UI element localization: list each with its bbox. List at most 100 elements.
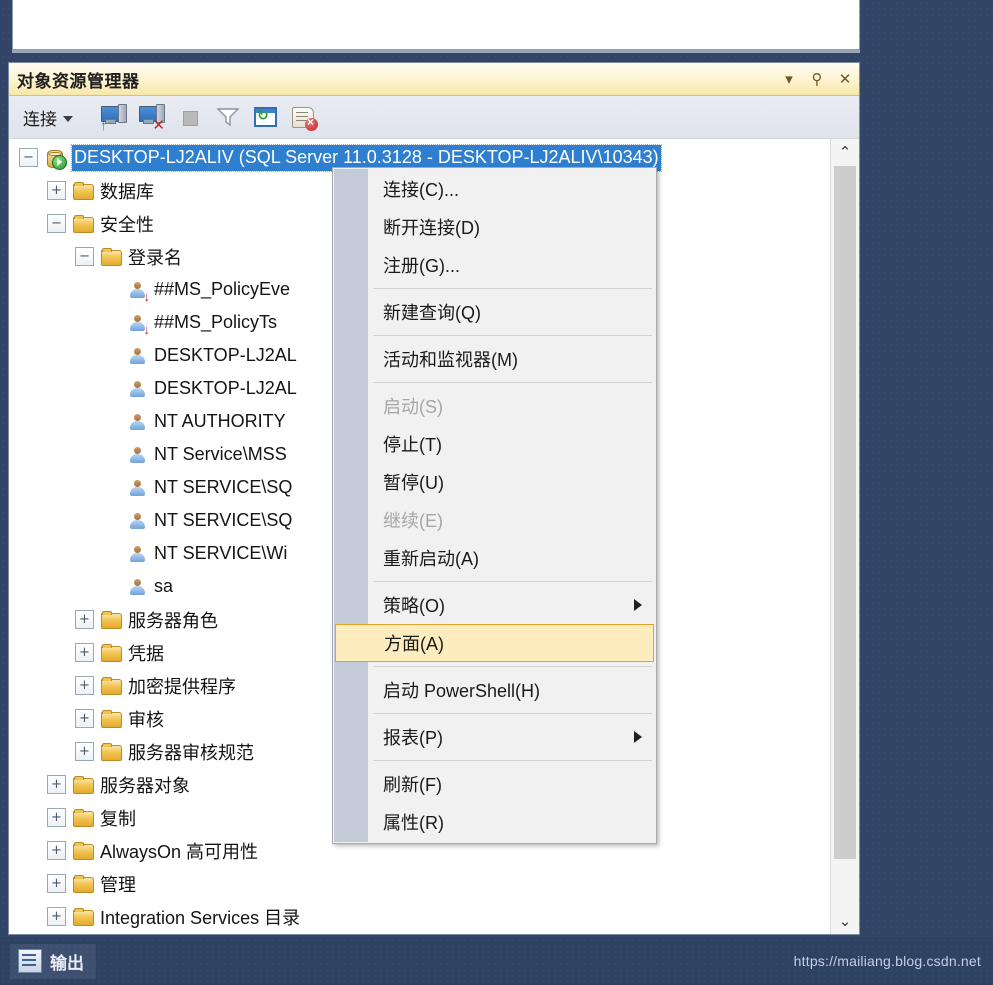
login-disabled-icon: ↓ xyxy=(126,279,150,303)
expand-icon[interactable]: + xyxy=(47,874,66,893)
scrollbar-thumb[interactable] xyxy=(834,166,856,859)
tree-node-label: 复制 xyxy=(100,808,136,829)
folder-icon xyxy=(100,675,122,697)
submenu-arrow-icon xyxy=(634,731,642,743)
context-menu-item[interactable]: 停止(T) xyxy=(333,425,656,463)
scroll-up-icon[interactable]: ⌃ xyxy=(831,139,859,165)
expand-icon[interactable]: + xyxy=(75,643,94,662)
collapse-icon[interactable]: − xyxy=(19,148,38,167)
expander-placeholder xyxy=(103,347,120,364)
explorer-toolbar: 连接 ↑ ✕ ↻ × xyxy=(9,96,859,139)
editor-window-stub xyxy=(12,0,860,50)
context-menu-item-label: 刷新(F) xyxy=(383,775,442,795)
tree-node-label: 管理 xyxy=(100,874,136,895)
expander-placeholder xyxy=(103,479,120,496)
menu-separator xyxy=(373,581,652,582)
collapse-icon[interactable]: − xyxy=(75,247,94,266)
context-menu-item[interactable]: 连接(C)... xyxy=(333,170,656,208)
menu-separator xyxy=(373,335,652,336)
tree-node-label: 安全性 xyxy=(100,214,154,235)
context-menu-item-label: 连接(C)... xyxy=(383,180,459,200)
output-tab[interactable]: 输出 xyxy=(10,943,96,979)
close-icon[interactable]: ✕ xyxy=(837,69,853,89)
context-menu-item-label: 启动(S) xyxy=(383,397,443,417)
collapse-icon[interactable]: − xyxy=(47,214,66,233)
context-menu-item-label: 重新启动(A) xyxy=(383,549,479,569)
server-context-menu[interactable]: 连接(C)... 断开连接(D) 注册(G)... 新建查询(Q) 活动和监视器(M) 启… xyxy=(332,167,657,844)
tree-vertical-scrollbar[interactable]: ⌃ ⌄ xyxy=(830,139,859,934)
context-menu-item[interactable]: 重新启动(A) xyxy=(333,539,656,577)
tree-node-label: NT Service\MSS xyxy=(154,444,287,464)
context-menu-item[interactable]: 方面(A) xyxy=(335,624,654,662)
panel-title-bar: 对象资源管理器 ▾ ⚲ ✕ xyxy=(9,63,859,96)
context-menu-item: 启动(S) xyxy=(333,387,656,425)
folder-icon xyxy=(72,906,94,928)
context-menu-item-label: 活动和监视器(M) xyxy=(383,350,518,370)
login-icon xyxy=(126,444,148,466)
expand-icon[interactable]: + xyxy=(47,907,66,926)
expand-icon[interactable]: + xyxy=(47,775,66,794)
expand-icon[interactable]: + xyxy=(75,610,94,629)
expander-placeholder xyxy=(103,281,120,298)
tree-node-label: NT SERVICE\SQ xyxy=(154,510,293,530)
submenu-arrow-icon xyxy=(634,599,642,611)
context-menu-item[interactable]: 属性(R) xyxy=(333,803,656,841)
folder-icon xyxy=(72,180,94,202)
tree-node[interactable]: + Integration Services 目录 xyxy=(9,900,831,933)
context-menu-item-label: 继续(E) xyxy=(383,511,443,531)
context-menu-item: 继续(E) xyxy=(333,501,656,539)
folder-icon xyxy=(72,213,94,235)
menu-separator xyxy=(373,713,652,714)
login-icon xyxy=(126,543,148,565)
connect-icon[interactable]: ↑ xyxy=(99,102,129,132)
context-menu-item[interactable]: 策略(O) xyxy=(333,586,656,624)
expand-icon[interactable]: + xyxy=(75,742,94,761)
filter-icon[interactable] xyxy=(213,102,243,132)
server-db-icon xyxy=(44,147,67,170)
tree-node-label: AlwaysOn 高可用性 xyxy=(100,841,259,862)
pin-icon[interactable]: ⚲ xyxy=(809,69,825,89)
cancel-script-icon[interactable] xyxy=(289,102,319,132)
scroll-down-icon[interactable]: ⌄ xyxy=(831,908,859,934)
expand-icon[interactable]: + xyxy=(75,676,94,695)
context-menu-item-label: 报表(P) xyxy=(383,728,443,748)
tree-node-label: NT SERVICE\SQ xyxy=(154,477,293,497)
expand-icon[interactable]: + xyxy=(47,808,66,827)
tree-node[interactable]: + 管理 xyxy=(9,867,831,900)
connect-button[interactable]: 连接 xyxy=(19,103,79,132)
refresh-icon[interactable]: ↻ xyxy=(251,102,281,132)
tree-node-label: Integration Services 目录 xyxy=(100,907,301,928)
disconnect-icon[interactable]: ✕ xyxy=(137,102,167,133)
context-menu-item-label: 新建查询(Q) xyxy=(383,303,481,323)
watermark-text: https://mailiang.blog.csdn.net xyxy=(793,953,981,969)
context-menu-item[interactable]: 注册(G)... xyxy=(333,246,656,284)
context-menu-item[interactable]: 断开连接(D) xyxy=(333,208,656,246)
login-icon xyxy=(126,411,148,433)
context-menu-item[interactable]: 启动 PowerShell(H) xyxy=(333,671,656,709)
folder-icon xyxy=(100,609,122,631)
connect-button-label: 连接 xyxy=(23,109,57,129)
chevron-down-icon[interactable]: ▾ xyxy=(781,69,797,89)
expander-placeholder xyxy=(103,578,120,595)
context-menu-item[interactable]: 暂停(U) xyxy=(333,463,656,501)
editor-window-shadow xyxy=(12,50,860,53)
expand-icon[interactable]: + xyxy=(75,709,94,728)
expander-placeholder xyxy=(103,380,120,397)
expander-placeholder xyxy=(103,545,120,562)
login-icon xyxy=(126,477,148,499)
tree-node-label: 服务器对象 xyxy=(100,775,190,796)
context-menu-item[interactable]: 报表(P) xyxy=(333,718,656,756)
expand-icon[interactable]: + xyxy=(47,841,66,860)
folder-icon xyxy=(72,774,94,796)
login-icon xyxy=(126,378,148,400)
expand-icon[interactable]: + xyxy=(47,181,66,200)
tree-node-label: ##MS_PolicyEve xyxy=(154,279,291,299)
context-menu-item-label: 启动 PowerShell(H) xyxy=(383,681,541,701)
context-menu-item[interactable]: 刷新(F) xyxy=(333,765,656,803)
context-menu-item-label: 策略(O) xyxy=(383,596,445,616)
context-menu-item[interactable]: 新建查询(Q) xyxy=(333,293,656,331)
output-icon xyxy=(18,949,42,973)
folder-icon xyxy=(100,246,122,268)
login-icon xyxy=(126,576,148,598)
context-menu-item[interactable]: 活动和监视器(M) xyxy=(333,340,656,378)
